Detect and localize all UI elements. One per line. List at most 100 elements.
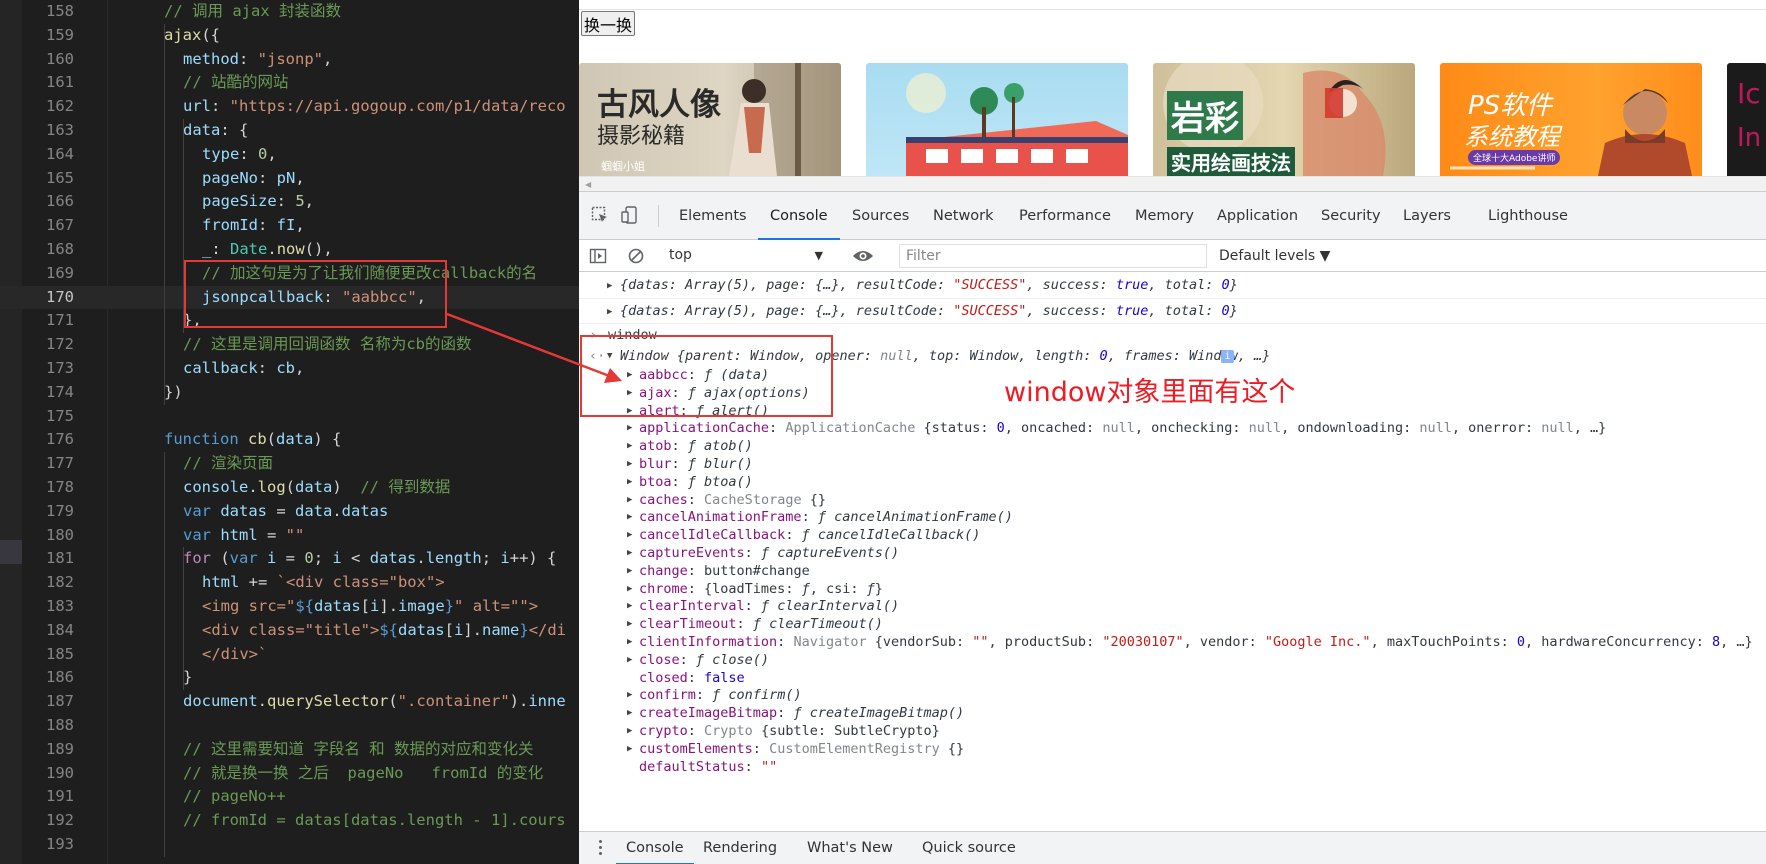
tab-security[interactable]: Security [1321, 192, 1381, 240]
expand-arrow-icon[interactable]: ▶ [627, 491, 637, 509]
property-row[interactable]: defaultStatus: "" [579, 758, 1766, 776]
expand-arrow-icon[interactable]: ▶ [627, 455, 637, 473]
drawer-tab-rendering[interactable]: Rendering [703, 832, 777, 864]
expand-arrow-icon[interactable]: ▶ [627, 419, 637, 437]
code-line[interactable]: 169 // 加这句是为了让我们随便更改callback的名 [0, 262, 579, 286]
console-output[interactable]: ▶ {datas: Array(5), page: {…}, resultCode… [579, 273, 1766, 831]
drawer-tab-console[interactable]: Console [616, 832, 694, 864]
property-row[interactable]: ▶ clientInformation: Navigator {vendorSub… [579, 633, 1766, 651]
tab-lighthouse[interactable]: Lighthouse [1488, 192, 1568, 240]
course-card[interactable] [866, 63, 1128, 176]
expand-arrow-icon[interactable]: ▶ [627, 633, 637, 651]
tab-network[interactable]: Network [933, 192, 994, 240]
swap-button[interactable]: 换一换 [581, 11, 636, 36]
property-row[interactable]: ▶ blur: ƒ blur() [579, 455, 1766, 473]
property-row[interactable]: ▶ caches: CacheStorage {} [579, 491, 1766, 509]
expand-arrow-down-icon[interactable]: ▼ [607, 346, 617, 366]
code-line[interactable]: 180 var html = "" [0, 524, 579, 548]
console-log-entry[interactable]: ▶ {datas: Array(5), page: {…}, resultCode… [579, 298, 1766, 323]
code-line[interactable]: 190 // 就是换一换 之后 pageNo fromId 的变化 [0, 762, 579, 786]
expand-arrow-icon[interactable]: ▶ [627, 544, 637, 562]
property-row[interactable]: ▶ cancelAnimationFrame: ƒ cancelAnimation… [579, 508, 1766, 526]
code-line[interactable]: 187 document.querySelector(".container").… [0, 690, 579, 714]
code-line[interactable]: 178 console.log(data) // 得到数据 [0, 476, 579, 500]
code-line[interactable]: 170 jsonpcallback: "aabbcc", [0, 285, 579, 310]
filter-input[interactable] [899, 244, 1207, 268]
expand-arrow-icon[interactable]: ▶ [627, 562, 637, 580]
clear-console-icon[interactable] [627, 247, 645, 265]
tab-application[interactable]: Application [1217, 192, 1298, 240]
property-row[interactable]: ▶ createImageBitmap: ƒ createImageBitmap(… [579, 704, 1766, 722]
context-select[interactable]: top ▼ [667, 243, 831, 268]
expand-arrow-icon[interactable]: ▶ [607, 274, 617, 299]
code-line[interactable]: 168 _: Date.now(), [0, 238, 579, 262]
tab-memory[interactable]: Memory [1135, 192, 1194, 240]
info-icon[interactable]: i [1221, 350, 1234, 363]
code-line[interactable]: 185 </div>` [0, 643, 579, 667]
code-line[interactable]: 175 [0, 405, 579, 429]
inspect-element-icon[interactable] [591, 206, 609, 224]
code-line[interactable]: 160 method: "jsonp", [0, 48, 579, 72]
code-line[interactable]: 173 callback: cb, [0, 357, 579, 381]
expand-arrow-icon[interactable]: ▶ [627, 704, 637, 722]
property-row[interactable]: ▶ captureEvents: ƒ captureEvents() [579, 544, 1766, 562]
code-line[interactable]: 189 // 这里需要知道 字段名 和 数据的对应和变化关 [0, 738, 579, 762]
code-line[interactable]: 188 [0, 714, 579, 738]
code-line[interactable]: 179 var datas = data.datas [0, 500, 579, 524]
scroll-left-icon[interactable]: ◀ [585, 180, 591, 189]
tab-performance[interactable]: Performance [1019, 192, 1111, 240]
expand-arrow-icon[interactable]: ▶ [607, 300, 617, 325]
expand-arrow-icon[interactable]: ▶ [627, 366, 637, 384]
sidebar-toggle-icon[interactable] [589, 247, 607, 265]
code-line[interactable]: 163 data: { [0, 119, 579, 143]
expand-arrow-icon[interactable]: ▶ [627, 402, 637, 420]
code-line[interactable]: 181 for (var i = 0; i < datas.length; i++… [0, 547, 579, 571]
code-line[interactable]: 158 // 调用 ajax 封装函数 [0, 0, 579, 24]
log-levels-dropdown[interactable]: Default levels ▼ [1219, 240, 1330, 272]
code-line[interactable]: 167 fromId: fI, [0, 214, 579, 238]
eye-icon[interactable] [852, 248, 874, 264]
property-row[interactable]: ▶ confirm: ƒ confirm() [579, 686, 1766, 704]
code-line[interactable]: 164 type: 0, [0, 143, 579, 167]
code-line[interactable]: 183 <img src="${datas[i].image}" alt=""> [0, 595, 579, 619]
property-row[interactable]: ▶ chrome: {loadTimes: ƒ, csi: ƒ} [579, 580, 1766, 598]
drawer-tab-quick-source[interactable]: Quick source [922, 832, 1016, 864]
expand-arrow-icon[interactable]: ▶ [627, 722, 637, 740]
code-line[interactable]: 182 html += `<div class="box"> [0, 571, 579, 595]
code-line[interactable]: 177 // 渲染页面 [0, 452, 579, 476]
drawer-menu-icon[interactable] [599, 840, 603, 858]
expand-arrow-icon[interactable]: ▶ [627, 686, 637, 704]
code-editor[interactable]: 158 // 调用 ajax 封装函数 159 ajax({160 method: "j… [0, 0, 579, 864]
course-card[interactable]: 古风人像 摄影秘籍 蝈蝈小姐 [579, 63, 841, 176]
property-row[interactable]: ▶ customElements: CustomElementRegistry {… [579, 740, 1766, 758]
tab-console[interactable]: Console [758, 192, 840, 240]
property-row[interactable]: ▶ close: ƒ close() [579, 651, 1766, 669]
console-log-entry[interactable]: ▶ {datas: Array(5), page: {…}, resultCode… [579, 273, 1766, 298]
course-card[interactable]: PS软件 系统教程 全球十大Adobe讲师 [1440, 63, 1702, 176]
expand-arrow-icon[interactable]: ▶ [627, 526, 637, 544]
expand-arrow-icon[interactable]: ▶ [627, 580, 637, 598]
device-toolbar-icon[interactable] [621, 206, 639, 224]
code-line[interactable]: 193 [0, 833, 579, 857]
tab-sources[interactable]: Sources [852, 192, 909, 240]
code-line[interactable]: 171}, [0, 309, 579, 333]
expand-arrow-icon[interactable]: ▶ [627, 473, 637, 491]
expand-arrow-icon[interactable]: ▶ [627, 437, 637, 455]
expand-arrow-icon[interactable]: ▶ [627, 740, 637, 758]
tab-elements[interactable]: Elements [679, 192, 747, 240]
property-row[interactable]: ▶ crypto: Crypto {subtle: SubtleCrypto} [579, 722, 1766, 740]
property-row[interactable]: ▶ applicationCache: ApplicationCache {sta… [579, 419, 1766, 437]
code-line[interactable]: 162 url: "https://api.gogoup.com/p1/data/… [0, 95, 579, 119]
property-row[interactable]: ▶ atob: ƒ atob() [579, 437, 1766, 455]
course-card[interactable]: Ic In [1727, 63, 1766, 176]
code-line[interactable]: 165 pageNo: pN, [0, 167, 579, 191]
expand-arrow-icon[interactable]: ▶ [627, 597, 637, 615]
window-object-summary[interactable]: ‹· ▼ Window {parent: Window, opener: null,… [579, 346, 1766, 366]
code-line[interactable]: 191 // pageNo++ [0, 785, 579, 809]
code-line[interactable]: 159 ajax({ [0, 24, 579, 48]
expand-arrow-icon[interactable]: ▶ [627, 651, 637, 669]
property-row[interactable]: ▶ clearTimeout: ƒ clearTimeout() [579, 615, 1766, 633]
property-row[interactable]: ▶ change: button#change [579, 562, 1766, 580]
expand-arrow-icon[interactable]: ▶ [627, 508, 637, 526]
property-row[interactable]: closed: false [579, 669, 1766, 687]
